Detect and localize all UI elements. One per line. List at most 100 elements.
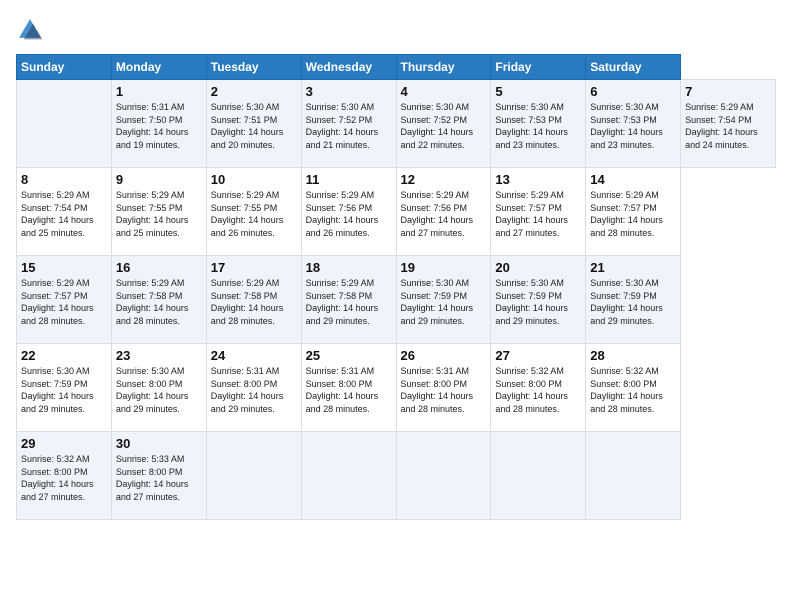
day-detail: Sunrise: 5:30 AMSunset: 8:00 PMDaylight:… [116, 365, 202, 415]
daylight-text: Daylight: 14 hours and 26 minutes. [211, 215, 284, 238]
sunrise-text: Sunrise: 5:30 AM [211, 102, 280, 112]
day-detail: Sunrise: 5:29 AMSunset: 7:58 PMDaylight:… [306, 277, 392, 327]
daylight-text: Daylight: 14 hours and 26 minutes. [306, 215, 379, 238]
daylight-text: Daylight: 14 hours and 19 minutes. [116, 127, 189, 150]
day-number: 1 [116, 84, 202, 99]
daylight-text: Daylight: 14 hours and 29 minutes. [21, 391, 94, 414]
day-number: 3 [306, 84, 392, 99]
day-detail: Sunrise: 5:30 AMSunset: 7:52 PMDaylight:… [306, 101, 392, 151]
calendar-day-cell: 30Sunrise: 5:33 AMSunset: 8:00 PMDayligh… [111, 432, 206, 520]
day-detail: Sunrise: 5:30 AMSunset: 7:59 PMDaylight:… [21, 365, 107, 415]
day-detail: Sunrise: 5:29 AMSunset: 7:55 PMDaylight:… [116, 189, 202, 239]
day-number: 23 [116, 348, 202, 363]
day-detail: Sunrise: 5:30 AMSunset: 7:59 PMDaylight:… [401, 277, 487, 327]
calendar-day-header: Wednesday [301, 55, 396, 80]
calendar-empty-cell [206, 432, 301, 520]
logo [16, 16, 48, 44]
sunset-text: Sunset: 7:52 PM [401, 115, 468, 125]
logo-icon [16, 16, 44, 44]
calendar-empty-cell [586, 432, 681, 520]
calendar-day-cell: 29Sunrise: 5:32 AMSunset: 8:00 PMDayligh… [17, 432, 112, 520]
day-number: 11 [306, 172, 392, 187]
day-number: 9 [116, 172, 202, 187]
sunrise-text: Sunrise: 5:31 AM [211, 366, 280, 376]
day-number: 16 [116, 260, 202, 275]
calendar-day-cell: 11Sunrise: 5:29 AMSunset: 7:56 PMDayligh… [301, 168, 396, 256]
day-number: 5 [495, 84, 581, 99]
day-detail: Sunrise: 5:31 AMSunset: 7:50 PMDaylight:… [116, 101, 202, 151]
sunset-text: Sunset: 7:52 PM [306, 115, 373, 125]
day-detail: Sunrise: 5:31 AMSunset: 8:00 PMDaylight:… [306, 365, 392, 415]
calendar-day-cell: 6Sunrise: 5:30 AMSunset: 7:53 PMDaylight… [586, 80, 681, 168]
calendar-day-cell: 23Sunrise: 5:30 AMSunset: 8:00 PMDayligh… [111, 344, 206, 432]
daylight-text: Daylight: 14 hours and 28 minutes. [211, 303, 284, 326]
sunrise-text: Sunrise: 5:31 AM [116, 102, 185, 112]
sunset-text: Sunset: 7:53 PM [495, 115, 562, 125]
sunrise-text: Sunrise: 5:32 AM [495, 366, 564, 376]
calendar-day-header: Friday [491, 55, 586, 80]
sunrise-text: Sunrise: 5:29 AM [306, 278, 375, 288]
calendar-empty-cell [17, 80, 112, 168]
day-detail: Sunrise: 5:29 AMSunset: 7:57 PMDaylight:… [590, 189, 676, 239]
calendar-day-cell: 2Sunrise: 5:30 AMSunset: 7:51 PMDaylight… [206, 80, 301, 168]
daylight-text: Daylight: 14 hours and 28 minutes. [401, 391, 474, 414]
day-number: 21 [590, 260, 676, 275]
day-number: 12 [401, 172, 487, 187]
calendar-day-cell: 21Sunrise: 5:30 AMSunset: 7:59 PMDayligh… [586, 256, 681, 344]
sunset-text: Sunset: 8:00 PM [401, 379, 468, 389]
sunset-text: Sunset: 8:00 PM [211, 379, 278, 389]
day-detail: Sunrise: 5:29 AMSunset: 7:57 PMDaylight:… [21, 277, 107, 327]
sunrise-text: Sunrise: 5:29 AM [116, 190, 185, 200]
calendar-day-cell: 7Sunrise: 5:29 AMSunset: 7:54 PMDaylight… [681, 80, 776, 168]
sunrise-text: Sunrise: 5:32 AM [590, 366, 659, 376]
day-detail: Sunrise: 5:30 AMSunset: 7:53 PMDaylight:… [590, 101, 676, 151]
daylight-text: Daylight: 14 hours and 23 minutes. [590, 127, 663, 150]
sunrise-text: Sunrise: 5:30 AM [401, 102, 470, 112]
day-detail: Sunrise: 5:29 AMSunset: 7:57 PMDaylight:… [495, 189, 581, 239]
calendar-empty-cell [301, 432, 396, 520]
daylight-text: Daylight: 14 hours and 29 minutes. [306, 303, 379, 326]
calendar-day-header: Thursday [396, 55, 491, 80]
sunrise-text: Sunrise: 5:32 AM [21, 454, 90, 464]
sunrise-text: Sunrise: 5:29 AM [306, 190, 375, 200]
sunrise-text: Sunrise: 5:30 AM [306, 102, 375, 112]
day-number: 18 [306, 260, 392, 275]
calendar-day-cell: 14Sunrise: 5:29 AMSunset: 7:57 PMDayligh… [586, 168, 681, 256]
calendar-table: SundayMondayTuesdayWednesdayThursdayFrid… [16, 54, 776, 520]
sunrise-text: Sunrise: 5:30 AM [590, 278, 659, 288]
sunset-text: Sunset: 7:55 PM [211, 203, 278, 213]
calendar-day-cell: 28Sunrise: 5:32 AMSunset: 8:00 PMDayligh… [586, 344, 681, 432]
day-number: 7 [685, 84, 771, 99]
day-detail: Sunrise: 5:33 AMSunset: 8:00 PMDaylight:… [116, 453, 202, 503]
calendar-day-cell: 1 Sunrise: 5:31 AMSunset: 7:50 PMDaylight… [111, 80, 206, 168]
day-detail: Sunrise: 5:29 AMSunset: 7:55 PMDaylight:… [211, 189, 297, 239]
day-number: 22 [21, 348, 107, 363]
day-number: 26 [401, 348, 487, 363]
daylight-text: Daylight: 14 hours and 28 minutes. [116, 303, 189, 326]
calendar-day-cell: 17Sunrise: 5:29 AMSunset: 7:58 PMDayligh… [206, 256, 301, 344]
day-number: 15 [21, 260, 107, 275]
calendar-day-cell: 3Sunrise: 5:30 AMSunset: 7:52 PMDaylight… [301, 80, 396, 168]
daylight-text: Daylight: 14 hours and 28 minutes. [306, 391, 379, 414]
sunrise-text: Sunrise: 5:33 AM [116, 454, 185, 464]
daylight-text: Daylight: 14 hours and 28 minutes. [590, 391, 663, 414]
sunset-text: Sunset: 7:55 PM [116, 203, 183, 213]
calendar-day-cell: 18 Sunrise: 5:29 AMSunset: 7:58 PMDayligh… [301, 256, 396, 344]
day-number: 25 [306, 348, 392, 363]
day-number: 27 [495, 348, 581, 363]
daylight-text: Daylight: 14 hours and 27 minutes. [116, 479, 189, 502]
daylight-text: Daylight: 14 hours and 28 minutes. [21, 303, 94, 326]
sunrise-text: Sunrise: 5:29 AM [21, 190, 90, 200]
sunset-text: Sunset: 8:00 PM [116, 379, 183, 389]
sunset-text: Sunset: 7:57 PM [21, 291, 88, 301]
daylight-text: Daylight: 14 hours and 20 minutes. [211, 127, 284, 150]
sunrise-text: Sunrise: 5:29 AM [116, 278, 185, 288]
sunrise-text: Sunrise: 5:30 AM [116, 366, 185, 376]
day-detail: Sunrise: 5:29 AMSunset: 7:58 PMDaylight:… [116, 277, 202, 327]
header [16, 16, 776, 44]
sunrise-text: Sunrise: 5:29 AM [685, 102, 754, 112]
sunrise-text: Sunrise: 5:29 AM [401, 190, 470, 200]
calendar-day-cell: 16 Sunrise: 5:29 AMSunset: 7:58 PMDayligh… [111, 256, 206, 344]
calendar-day-cell: 20Sunrise: 5:30 AMSunset: 7:59 PMDayligh… [491, 256, 586, 344]
calendar-week-row: 1 Sunrise: 5:31 AMSunset: 7:50 PMDaylight… [17, 80, 776, 168]
